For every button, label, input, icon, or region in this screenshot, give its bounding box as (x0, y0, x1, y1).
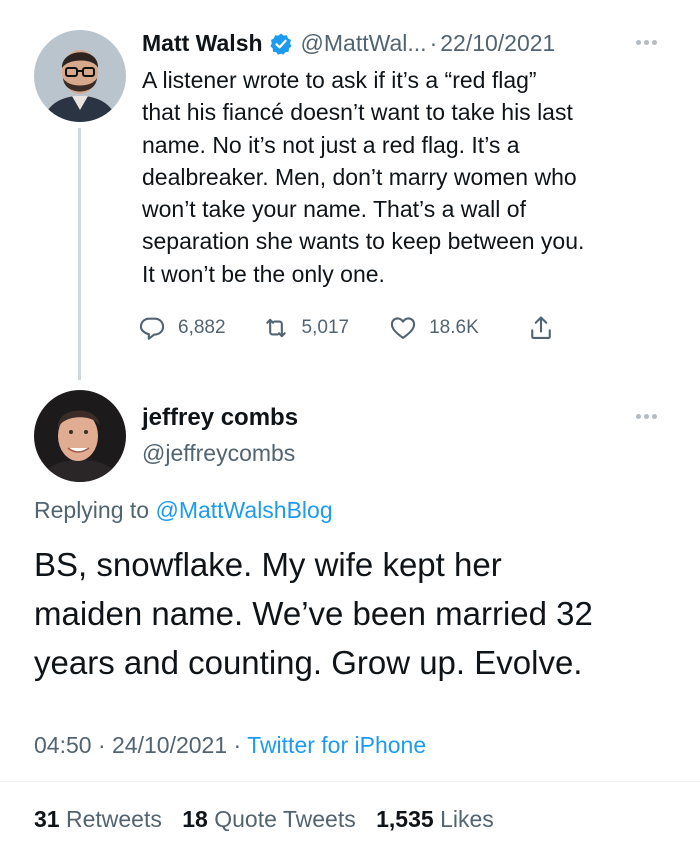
like-button[interactable]: 18.6K (389, 314, 479, 342)
tweet2-handle[interactable]: @jeffreycombs (142, 440, 295, 467)
reply-icon (139, 317, 165, 340)
thread-connector-line (78, 128, 81, 380)
like-icon (390, 317, 416, 339)
meta-separator: · (233, 732, 248, 758)
tweet2-time[interactable]: 04:50 (34, 732, 92, 758)
verified-badge-icon (269, 32, 293, 56)
replying-to-mention[interactable]: @MattWalshBlog (155, 497, 332, 523)
retweet-icon (265, 318, 286, 338)
header-separator: · (429, 30, 438, 56)
retweets-stat[interactable]: 31 Retweets (34, 806, 162, 832)
tweet2-text: BS, snowflake. My wife kept her maiden n… (34, 546, 593, 681)
more-options-icon[interactable] (636, 40, 657, 45)
reply-button[interactable]: 6,882 (138, 314, 226, 342)
tweet2-source[interactable]: Twitter for iPhone (247, 732, 426, 758)
tweet2-author-name[interactable]: jeffrey combs (142, 404, 298, 432)
retweet-button[interactable]: 5,017 (262, 314, 350, 342)
avatar-matt-walsh[interactable] (34, 30, 126, 122)
likes-stat-count: 1,535 (376, 806, 434, 832)
share-icon (530, 316, 551, 339)
replying-to-label: Replying to (34, 497, 156, 523)
more-options-icon[interactable] (636, 414, 657, 419)
tweet1-author-name[interactable]: Matt Walsh (142, 30, 263, 57)
reply-count: 6,882 (178, 317, 226, 338)
tweet1-action-bar: 6,882 5,017 18.6K (138, 314, 555, 342)
tweet1-header: Matt Walsh @MattWal... · 22/10/2021 (142, 30, 555, 57)
likes-stat-label: Likes (440, 806, 494, 832)
likes-stat[interactable]: 1,535 Likes (376, 806, 494, 832)
tweet1-handle[interactable]: @MattWal... (301, 30, 427, 57)
tweet2-stats: 31 Retweets 18 Quote Tweets 1,535 Likes (34, 806, 508, 833)
quote-tweets-stat[interactable]: 18 Quote Tweets (182, 806, 355, 832)
retweets-stat-count: 31 (34, 806, 60, 832)
retweet-count: 5,017 (301, 317, 350, 338)
tweet1-text: A listener wrote to ask if it’s a “red f… (142, 67, 585, 287)
avatar-jeffrey-combs[interactable] (34, 390, 126, 482)
retweets-stat-label: Retweets (65, 806, 162, 832)
replying-to-line: Replying to @MattWalshBlog (34, 497, 333, 524)
share-button[interactable] (527, 314, 555, 342)
tweet2-date[interactable]: 24/10/2021 (112, 732, 227, 758)
quote-tweets-stat-count: 18 (182, 806, 208, 832)
quote-tweets-stat-label: Quote Tweets (214, 806, 356, 832)
tweet2-meta: 04:50 · 24/10/2021 · Twitter for iPhone (34, 732, 426, 759)
like-count: 18.6K (429, 317, 479, 338)
divider (0, 781, 700, 782)
meta-separator: · (97, 732, 113, 758)
tweet1-date[interactable]: 22/10/2021 (440, 30, 555, 57)
